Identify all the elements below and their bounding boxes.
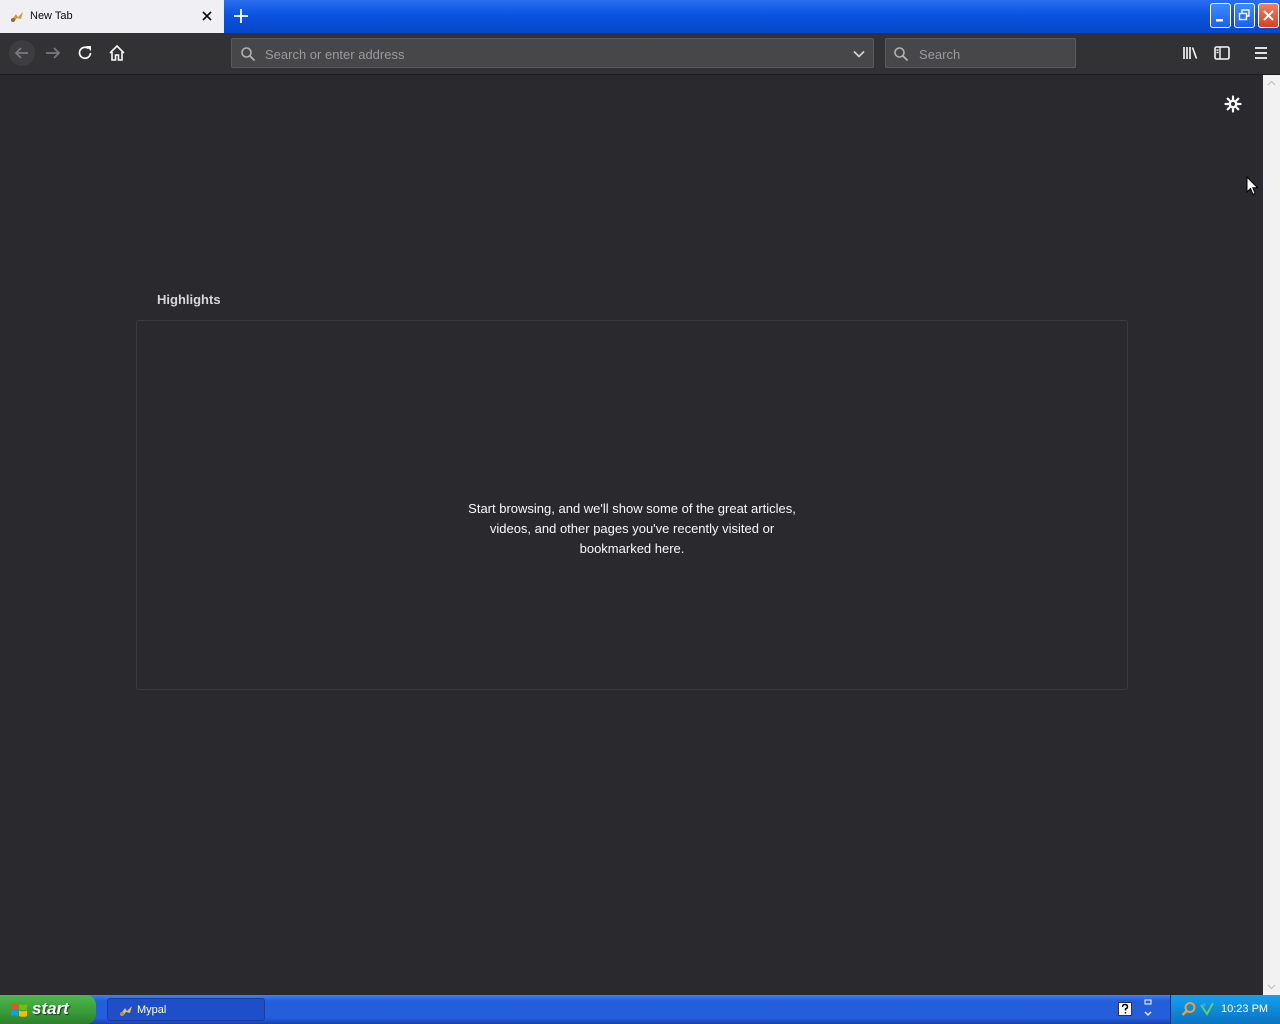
close-icon[interactable]	[199, 8, 215, 24]
address-input[interactable]	[263, 45, 847, 63]
cursor-icon	[1246, 176, 1259, 196]
mypal-favicon-icon	[11, 12, 23, 22]
gear-icon[interactable]	[1224, 95, 1242, 113]
scroll-down-arrow-icon[interactable]	[1263, 978, 1280, 995]
minimize-button[interactable]	[1210, 3, 1231, 28]
taskbar-item-label: Mypal	[137, 1004, 167, 1016]
taskbar: start Mypal 10:23 PM	[0, 995, 1280, 1024]
home-icon[interactable]	[107, 43, 127, 63]
search-input[interactable]	[917, 45, 1071, 63]
minimize-icon	[1216, 19, 1223, 22]
new-tab-page: Highlights Start browsing, and we'll sho…	[0, 75, 1263, 995]
chevron-down-icon[interactable]	[1142, 998, 1154, 1020]
address-bar[interactable]	[231, 38, 874, 68]
mypal-favicon-icon	[120, 1006, 132, 1016]
search-icon	[241, 47, 256, 62]
search-bar[interactable]	[885, 38, 1076, 68]
hamburger-menu-icon[interactable]	[1251, 43, 1271, 63]
navigation-toolbar	[0, 33, 1280, 75]
start-button[interactable]: start	[0, 995, 96, 1024]
sidebar-icon[interactable]	[1212, 43, 1232, 63]
back-button[interactable]	[9, 40, 35, 66]
back-arrow-icon	[14, 47, 28, 59]
search-icon[interactable]	[1181, 1001, 1197, 1017]
clock: 10:23 PM	[1221, 1003, 1269, 1015]
system-tray: 10:23 PM	[1170, 995, 1280, 1024]
highlights-heading: Highlights	[157, 292, 221, 307]
forward-arrow-icon[interactable]	[43, 43, 63, 63]
restore-button[interactable]	[1234, 3, 1255, 28]
start-label: start	[32, 999, 69, 1018]
plus-icon[interactable]	[231, 6, 251, 26]
tab-title: New Tab	[30, 10, 73, 22]
vertical-scrollbar[interactable]	[1263, 75, 1280, 995]
window-close-button[interactable]	[1258, 3, 1279, 28]
restore-icon	[1238, 9, 1250, 21]
chevron-down-icon[interactable]	[851, 46, 867, 62]
window-close-icon	[1263, 10, 1274, 21]
title-bar: New Tab	[0, 0, 1280, 33]
network-icon[interactable]	[1199, 1001, 1215, 1017]
taskbar-item-mypal[interactable]: Mypal	[107, 998, 265, 1021]
search-icon	[894, 47, 909, 62]
highlights-empty-message: Start browsing, and we'll show some of t…	[468, 501, 796, 556]
library-icon[interactable]	[1180, 43, 1200, 63]
highlights-section: Start browsing, and we'll show some of t…	[136, 320, 1128, 690]
scroll-up-arrow-icon[interactable]	[1263, 75, 1280, 92]
windows-logo-icon	[11, 1003, 27, 1017]
tab-new-tab[interactable]: New Tab	[0, 0, 224, 33]
reload-icon[interactable]	[75, 43, 95, 63]
help-icon[interactable]	[1118, 1002, 1132, 1016]
